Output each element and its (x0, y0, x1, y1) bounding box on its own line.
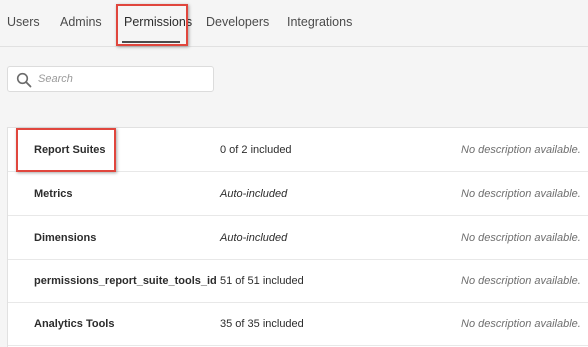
row-description: No description available. (461, 188, 581, 200)
row-name: Metrics (34, 188, 73, 200)
row-name: permissions_report_suite_tools_id (34, 275, 217, 287)
list-item[interactable]: Metrics Auto-included No description ava… (8, 172, 588, 216)
row-status: Auto-included (220, 232, 288, 244)
search-icon (16, 72, 32, 88)
row-name: Report Suites (34, 144, 106, 156)
row-description: No description available. (461, 144, 581, 156)
row-name: Analytics Tools (34, 318, 115, 330)
list-item[interactable]: Analytics Tools 35 of 35 included No des… (8, 302, 588, 346)
permissions-list: Report Suites 0 of 2 included No descrip… (7, 127, 588, 347)
list-item[interactable]: permissions_report_suite_tools_id 51 of … (8, 259, 588, 303)
tab-integrations[interactable]: Integrations (287, 15, 352, 29)
row-status: 35 of 35 included (220, 318, 304, 330)
tab-admins[interactable]: Admins (60, 15, 102, 29)
search-box[interactable] (7, 66, 214, 92)
permissions-page: Users Admins Permissions Developers Inte… (0, 0, 588, 347)
row-description: No description available. (461, 275, 581, 287)
row-name: Dimensions (34, 232, 97, 244)
row-status: 0 of 2 included (220, 144, 292, 156)
list-item[interactable]: Report Suites 0 of 2 included No descrip… (8, 128, 588, 172)
tab-developers[interactable]: Developers (206, 15, 269, 29)
row-status: 51 of 51 included (220, 275, 304, 287)
tab-users[interactable]: Users (7, 15, 40, 29)
tab-bar: Users Admins Permissions Developers Inte… (0, 0, 588, 47)
list-item[interactable]: Dimensions Auto-included No description … (8, 216, 588, 260)
active-tab-indicator (122, 41, 180, 43)
row-description: No description available. (461, 318, 581, 330)
row-description: No description available. (461, 232, 581, 244)
search-input[interactable] (38, 71, 208, 87)
tab-permissions[interactable]: Permissions (124, 15, 192, 29)
row-status: Auto-included (220, 188, 288, 200)
